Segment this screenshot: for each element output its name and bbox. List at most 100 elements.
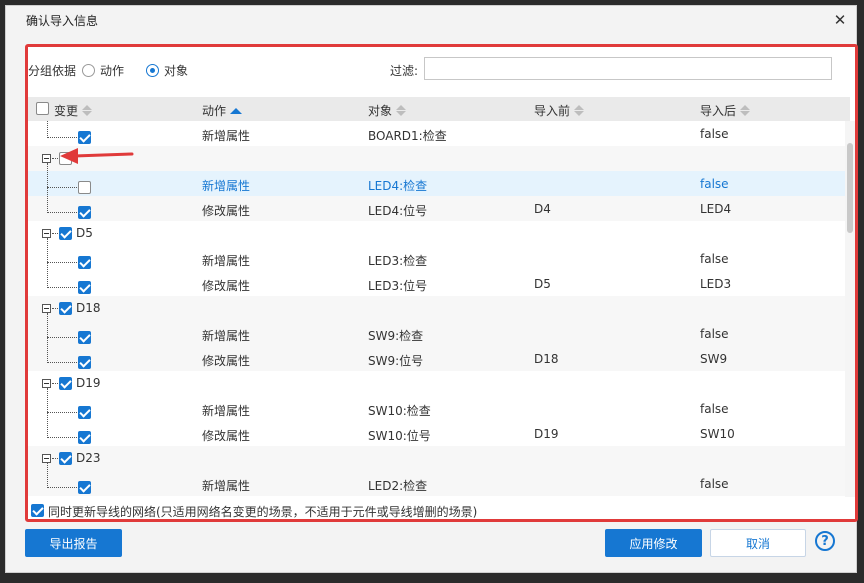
row-checkbox[interactable] <box>78 431 91 444</box>
radio-label: 动作 <box>100 64 125 78</box>
cancel-button[interactable]: 取消 <box>710 529 806 557</box>
collapse-toggle-icon[interactable] <box>42 304 51 313</box>
radio-group-by-object[interactable]: 对象 <box>146 62 188 79</box>
cell-action: 新增属性 <box>202 404 251 418</box>
cell-object: BOARD1:检查 <box>368 129 447 143</box>
cell-after: LED4 <box>700 202 732 216</box>
tree-connector <box>47 287 77 288</box>
radio-circle-selected[interactable] <box>146 64 159 77</box>
column-header-object[interactable]: 对象 <box>368 102 407 119</box>
row-checkbox[interactable] <box>78 331 91 344</box>
cell-action: 新增属性 <box>202 479 251 493</box>
group-row[interactable]: D18 <box>28 296 850 321</box>
group-row[interactable]: D23 <box>28 446 850 471</box>
table-row[interactable]: 新增属性 LED4:检查 false <box>28 171 850 196</box>
tree-connector <box>52 233 58 234</box>
cell-action: 修改属性 <box>202 279 251 293</box>
sort-ascending-icon[interactable] <box>230 107 243 114</box>
sort-icon[interactable] <box>740 105 751 116</box>
group-row[interactable] <box>28 146 850 171</box>
tree-connector <box>47 262 77 263</box>
cell-after: false <box>700 252 729 266</box>
filter-input[interactable] <box>424 57 832 80</box>
collapse-toggle-icon[interactable] <box>42 379 51 388</box>
tree-connector <box>52 458 58 459</box>
vertical-scrollbar[interactable] <box>845 121 855 497</box>
export-report-button[interactable]: 导出报告 <box>25 529 122 557</box>
row-checkbox[interactable] <box>78 131 91 144</box>
cell-object: SW10:位号 <box>368 429 431 443</box>
table-row[interactable]: 新增属性 LED2:检查 false <box>28 471 850 496</box>
collapse-toggle-icon[interactable] <box>42 454 51 463</box>
row-checkbox[interactable] <box>78 356 91 369</box>
tree-connector <box>47 362 77 363</box>
table-row[interactable]: 修改属性 SW10:位号 D19 SW10 <box>28 421 850 446</box>
row-checkbox[interactable] <box>78 206 91 219</box>
cell-after: false <box>700 127 729 141</box>
tree-connector <box>47 163 48 213</box>
select-all-checkbox[interactable] <box>36 102 49 115</box>
cell-after: false <box>700 177 729 191</box>
row-checkbox[interactable] <box>78 481 91 494</box>
radio-circle[interactable] <box>82 64 95 77</box>
apply-changes-button[interactable]: 应用修改 <box>605 529 702 557</box>
tree-connector <box>47 463 48 488</box>
table-row[interactable]: 修改属性 SW9:位号 D18 SW9 <box>28 346 850 371</box>
table-row[interactable]: 修改属性 LED4:位号 D4 LED4 <box>28 196 850 221</box>
group-name: D18 <box>76 301 101 315</box>
column-label: 导入后 <box>700 104 737 118</box>
group-row[interactable]: D19 <box>28 371 850 396</box>
cell-action: 新增属性 <box>202 254 251 268</box>
collapse-toggle-icon[interactable] <box>42 229 51 238</box>
row-checkbox[interactable] <box>78 256 91 269</box>
cell-after: SW9 <box>700 352 728 366</box>
radio-label: 对象 <box>164 64 189 78</box>
tree-connector <box>47 238 48 288</box>
group-checkbox[interactable] <box>59 302 72 315</box>
row-checkbox[interactable] <box>78 406 91 419</box>
table-row[interactable]: 新增属性 SW9:检查 false <box>28 321 850 346</box>
collapse-toggle-icon[interactable] <box>42 154 51 163</box>
cell-action: 新增属性 <box>202 179 251 193</box>
group-row[interactable]: D5 <box>28 221 850 246</box>
radio-group-by-action[interactable]: 动作 <box>82 62 124 79</box>
sort-icon[interactable] <box>396 105 407 116</box>
column-header-before[interactable]: 导入前 <box>534 102 585 119</box>
sort-icon[interactable] <box>82 105 93 116</box>
sync-nets-checkbox[interactable] <box>31 504 44 517</box>
table-row[interactable]: 新增属性 LED3:检查 false <box>28 246 850 271</box>
cell-after: false <box>700 402 729 416</box>
tree-connector <box>47 187 77 188</box>
row-checkbox[interactable] <box>78 281 91 294</box>
column-header-action[interactable]: 动作 <box>202 102 243 119</box>
table-row[interactable]: 新增属性 BOARD1:检查 false <box>28 121 850 146</box>
column-header-change[interactable]: 变更 <box>54 102 93 119</box>
column-header-after[interactable]: 导入后 <box>700 102 751 119</box>
tree-connector <box>47 337 77 338</box>
tree-connector <box>47 412 77 413</box>
group-checkbox[interactable] <box>59 377 72 390</box>
row-checkbox[interactable] <box>78 181 91 194</box>
help-icon[interactable]: ? <box>815 531 835 551</box>
cell-object: LED4:检查 <box>368 179 428 193</box>
tree-connector <box>47 121 48 138</box>
group-name: D5 <box>76 226 93 240</box>
tree-connector <box>52 383 58 384</box>
cell-object: LED4:位号 <box>368 204 428 218</box>
group-checkbox[interactable] <box>59 452 72 465</box>
close-icon[interactable]: ✕ <box>832 12 848 28</box>
cell-action: 修改属性 <box>202 354 251 368</box>
cell-before: D5 <box>534 277 551 291</box>
table-row[interactable]: 修改属性 LED3:位号 D5 LED3 <box>28 271 850 296</box>
cell-action: 新增属性 <box>202 129 251 143</box>
cell-before: D4 <box>534 202 551 216</box>
column-label: 对象 <box>368 104 393 118</box>
tree-connector <box>52 158 58 159</box>
table-row[interactable]: 新增属性 SW10:检查 false <box>28 396 850 421</box>
sort-icon[interactable] <box>574 105 585 116</box>
group-checkbox[interactable] <box>59 227 72 240</box>
cell-after: false <box>700 327 729 341</box>
tree-connector <box>47 137 77 138</box>
scrollbar-thumb[interactable] <box>847 143 853 233</box>
cell-object: LED3:检查 <box>368 254 428 268</box>
